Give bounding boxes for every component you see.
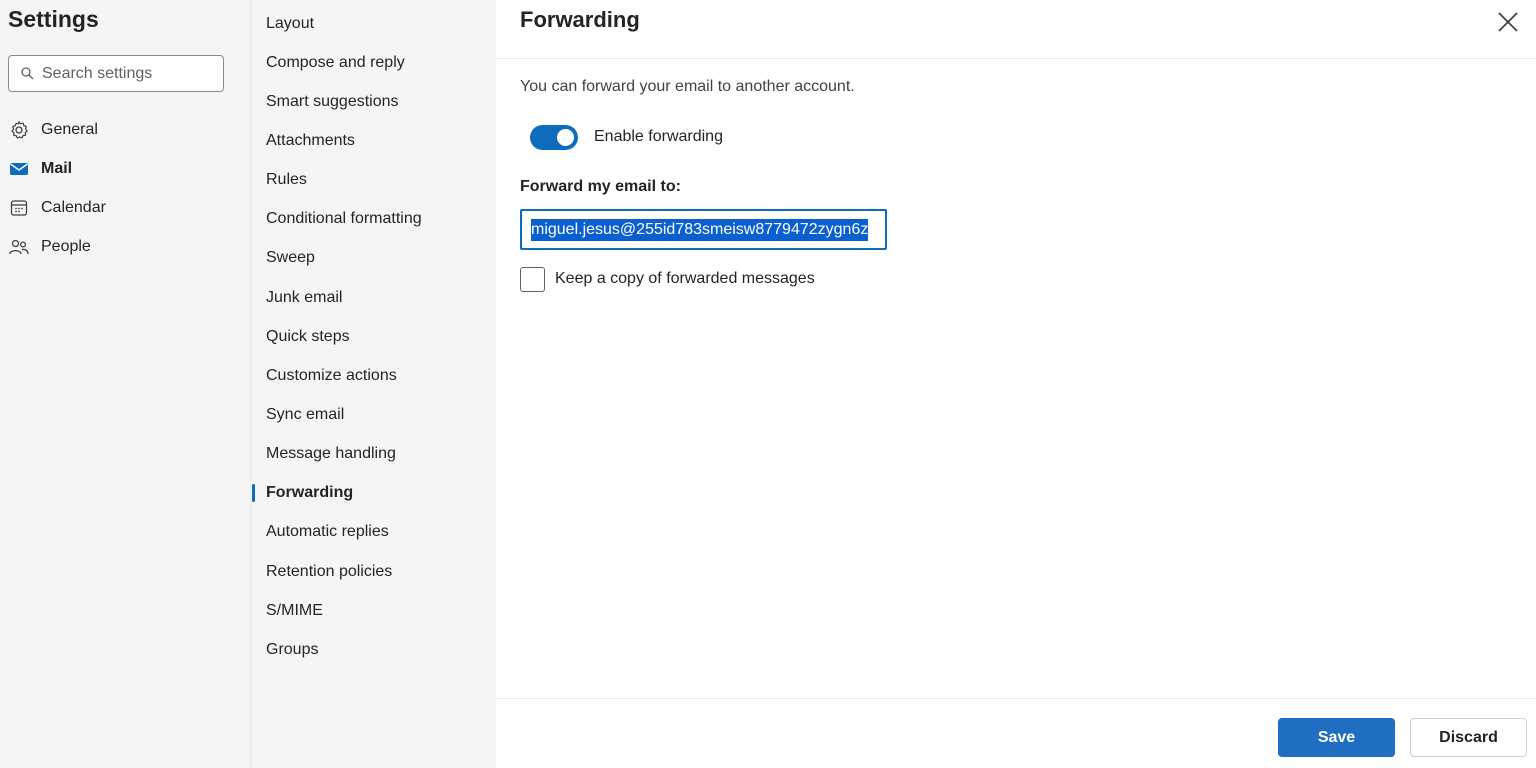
menu-item-smime[interactable]: S/MIME: [266, 598, 323, 624]
gear-icon: [8, 119, 30, 141]
menu-item-sync-email[interactable]: Sync email: [266, 402, 344, 428]
menu-item-junk-email[interactable]: Junk email: [266, 285, 342, 311]
discard-button[interactable]: Discard: [1410, 718, 1527, 757]
settings-sidebar: Settings General Mail: [0, 0, 250, 768]
keep-copy-checkbox[interactable]: [520, 267, 545, 292]
nav-item-calendar[interactable]: Calendar: [8, 193, 106, 223]
forwarding-description: You can forward your email to another ac…: [520, 78, 855, 95]
search-box[interactable]: [8, 55, 224, 92]
menu-item-groups[interactable]: Groups: [266, 637, 318, 663]
enable-forwarding-label: Enable forwarding: [594, 128, 723, 145]
nav-item-general[interactable]: General: [8, 115, 98, 145]
menu-item-quick-steps[interactable]: Quick steps: [266, 324, 350, 350]
nav-label-general: General: [41, 121, 98, 138]
forward-email-input[interactable]: miguel.jesus@255id783smeisw8779472zygn6z: [520, 209, 887, 250]
forward-to-label: Forward my email to:: [520, 178, 681, 195]
menu-item-automatic-replies[interactable]: Automatic replies: [266, 519, 389, 545]
enable-forwarding-toggle[interactable]: [530, 125, 578, 150]
menu-item-attachments[interactable]: Attachments: [266, 128, 355, 154]
header-divider: [496, 58, 1536, 59]
menu-item-compose-and-reply[interactable]: Compose and reply: [266, 50, 405, 76]
nav-item-mail[interactable]: Mail: [8, 154, 72, 184]
menu-item-rules[interactable]: Rules: [266, 167, 307, 193]
menu-item-forwarding[interactable]: Forwarding: [266, 480, 353, 506]
menu-item-message-handling[interactable]: Message handling: [266, 441, 396, 467]
nav-label-calendar: Calendar: [41, 199, 106, 216]
close-icon: [1498, 12, 1518, 32]
people-icon: [8, 236, 30, 258]
nav-label-mail: Mail: [41, 160, 73, 177]
forward-email-value: miguel.jesus@255id783smeisw8779472zygn6z: [531, 218, 869, 241]
page-title: Forwarding: [520, 7, 640, 32]
footer-divider: [496, 698, 1536, 699]
close-button[interactable]: [1492, 6, 1524, 38]
settings-title: Settings: [8, 6, 99, 32]
nav-item-people[interactable]: People: [8, 232, 91, 262]
search-icon: [21, 67, 34, 80]
toggle-knob: [557, 129, 574, 146]
menu-item-retention-policies[interactable]: Retention policies: [266, 559, 392, 585]
menu-item-layout[interactable]: Layout: [266, 11, 314, 37]
nav-label-people: People: [41, 238, 91, 255]
keep-copy-label: Keep a copy of forwarded messages: [555, 270, 815, 287]
save-button[interactable]: Save: [1278, 718, 1395, 757]
mail-icon: [8, 158, 30, 180]
menu-item-sweep[interactable]: Sweep: [266, 245, 315, 271]
active-indicator: [252, 484, 255, 502]
menu-item-customize-actions[interactable]: Customize actions: [266, 363, 397, 389]
menu-item-smart-suggestions[interactable]: Smart suggestions: [266, 89, 399, 115]
menu-item-conditional-formatting[interactable]: Conditional formatting: [266, 206, 422, 232]
calendar-icon: [8, 197, 30, 219]
forwarding-pane: [496, 0, 1536, 768]
search-input[interactable]: [42, 64, 212, 83]
